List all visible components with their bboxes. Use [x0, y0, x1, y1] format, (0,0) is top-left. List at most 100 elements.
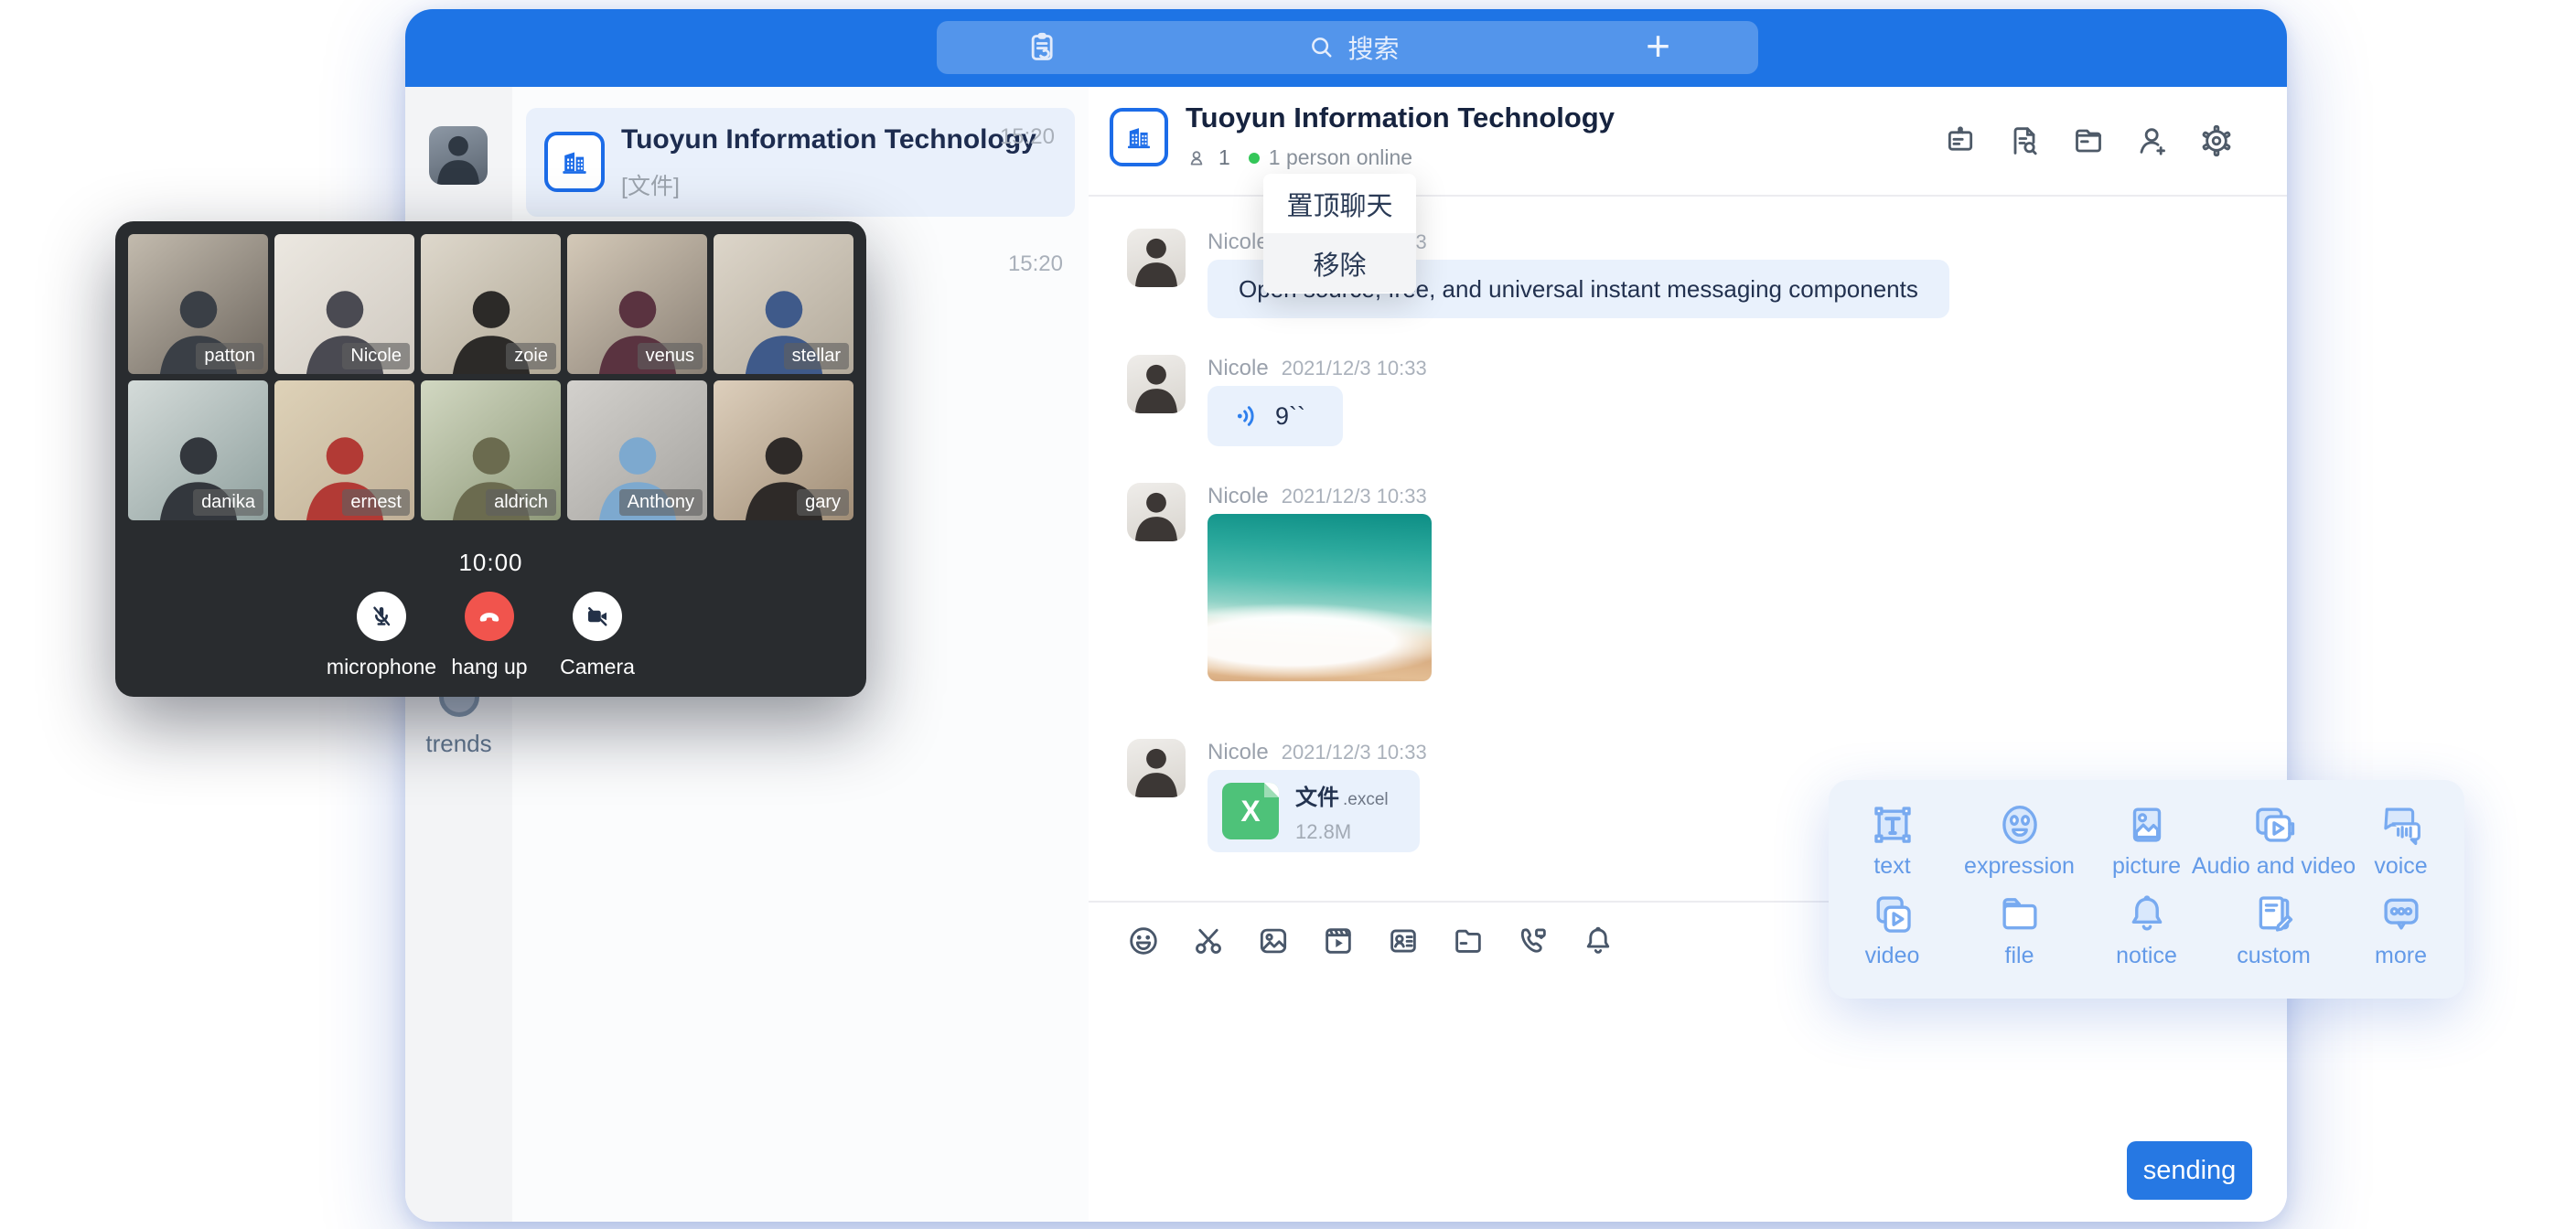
camera-button[interactable]: [573, 592, 622, 641]
settings-gear-icon[interactable]: [2197, 122, 2236, 160]
video-tile: danika: [128, 380, 268, 520]
hang-up-button[interactable]: [465, 592, 514, 641]
hang-up-icon: [475, 602, 504, 631]
chat-title: Tuoyun Information Technology: [1186, 102, 1615, 134]
video-tile: stellar: [714, 234, 853, 374]
video-call-icon[interactable]: [1515, 923, 1551, 959]
video-call-window[interactable]: patton Nicole zoie venus stellar danika: [115, 221, 866, 697]
top-bar: 搜索 +: [405, 9, 2287, 87]
popup-label: voice: [2374, 853, 2427, 880]
message-image: Nicole2021/12/3 10:33: [1127, 483, 1432, 681]
chat-subtitle: 1 1 person online: [1187, 145, 1412, 170]
avatar[interactable]: [1127, 739, 1186, 797]
sender-name: Nicole: [1208, 356, 1269, 380]
popup-item-more[interactable]: more: [2337, 890, 2464, 979]
participant-name: stellar: [784, 343, 849, 369]
sender-name: Nicole: [1208, 230, 1269, 254]
conversation-context-menu: 置顶聊天 移除: [1263, 174, 1416, 294]
file-bubble[interactable]: X 文件.excel 12.8M: [1208, 770, 1420, 852]
popup-item-custom[interactable]: custom: [2210, 890, 2337, 979]
image-message-beach[interactable]: [1208, 514, 1432, 681]
popup-label: text: [1873, 853, 1910, 880]
folder-icon[interactable]: [1450, 923, 1487, 959]
image-icon[interactable]: [1255, 923, 1292, 959]
search-placeholder: 搜索: [1348, 29, 1400, 66]
participant-name: ernest: [342, 489, 410, 516]
conversation-title: Tuoyun Information Technology: [621, 124, 1036, 155]
microphone-button[interactable]: [357, 592, 406, 641]
popup-item-text[interactable]: text: [1829, 800, 1956, 890]
emoji-icon[interactable]: [1125, 923, 1162, 959]
search-field[interactable]: 搜索: [1308, 29, 1400, 66]
contact-card-icon[interactable]: [1385, 923, 1422, 959]
participant-name: danika: [193, 489, 263, 516]
popup-label: video: [1865, 943, 1920, 969]
popup-item-voice[interactable]: voice: [2337, 800, 2464, 890]
video-tile: gary: [714, 380, 853, 520]
message-time: 2021/12/3 10:33: [1282, 357, 1427, 379]
popup-label: notice: [2116, 943, 2177, 969]
popup-item-audio-video[interactable]: Audio and video: [2210, 800, 2337, 890]
avatar[interactable]: [1127, 355, 1186, 413]
file-name: 文件: [1295, 785, 1339, 810]
notice-board-icon[interactable]: [1941, 122, 1980, 160]
add-icon[interactable]: +: [1646, 25, 1670, 67]
video-tile: zoie: [421, 234, 561, 374]
mic-off-icon: [368, 603, 395, 630]
popup-label: custom: [2237, 943, 2311, 969]
contacts-phone-icon[interactable]: [1025, 29, 1061, 66]
popup-item-video[interactable]: video: [1829, 890, 1956, 979]
voice-bubble[interactable]: 9``: [1208, 386, 1343, 446]
search-bar[interactable]: 搜索 +: [937, 21, 1758, 74]
message-voice: Nicole 2021/12/3 10:33 9``: [1127, 355, 1427, 446]
video-film-icon[interactable]: [1320, 923, 1357, 959]
conversation-time: 15:20: [1000, 124, 1055, 150]
message-text: Nicole2021/12/3 10:33 Open source, free,…: [1127, 229, 1949, 318]
online-dot: [1249, 153, 1260, 164]
message-type-popup: text expression picture Audio and video …: [1829, 780, 2464, 999]
video-tile: ernest: [274, 380, 414, 520]
my-avatar[interactable]: [429, 126, 488, 185]
chat-group-logo: [1110, 108, 1168, 166]
excel-file-icon: X: [1222, 783, 1279, 839]
popup-label: more: [2375, 943, 2427, 969]
trends-label: trends: [405, 730, 512, 758]
add-member-icon[interactable]: [2133, 122, 2172, 160]
popup-label: expression: [1964, 853, 2075, 880]
group-file-icon[interactable]: [2069, 122, 2108, 160]
screenshot-scissors-icon[interactable]: [1190, 923, 1227, 959]
conversation-last-message: [文件]: [621, 168, 680, 201]
send-button[interactable]: sending: [2127, 1141, 2252, 1200]
sender-name: Nicole: [1208, 484, 1269, 508]
video-tile: venus: [567, 234, 707, 374]
participant-name: zoie: [506, 343, 556, 369]
menu-item-remove[interactable]: 移除: [1263, 233, 1416, 293]
participant-name: Anthony: [619, 489, 703, 516]
notification-bell-icon[interactable]: [1580, 923, 1616, 959]
sender-name: Nicole: [1208, 740, 1269, 764]
popup-item-expression[interactable]: expression: [1956, 800, 2083, 890]
online-status: 1 person online: [1269, 145, 1412, 170]
file-ext: .excel: [1343, 790, 1389, 809]
popup-item-notice[interactable]: notice: [2083, 890, 2210, 979]
participant-name: gary: [797, 489, 849, 516]
chat-record-search-icon[interactable]: [2005, 122, 2044, 160]
building-icon: [557, 144, 592, 179]
message-time: 2021/12/3 10:33: [1282, 741, 1427, 764]
file-size: 12.8M: [1295, 820, 1389, 844]
avatar[interactable]: [1127, 229, 1186, 287]
group-logo: [544, 132, 605, 192]
video-tile: aldrich: [421, 380, 561, 520]
video-grid: patton Nicole zoie venus stellar danika: [128, 234, 853, 520]
menu-item-pin-chat[interactable]: 置顶聊天: [1263, 174, 1416, 233]
call-timer: 10:00: [115, 549, 866, 577]
camera-label: Camera: [524, 655, 671, 679]
building-icon: [1122, 121, 1155, 154]
popup-label: file: [2005, 943, 2034, 969]
avatar[interactable]: [1127, 483, 1186, 541]
participant-name: aldrich: [486, 489, 556, 516]
popup-item-file[interactable]: file: [1956, 890, 2083, 979]
member-count: 1: [1218, 145, 1230, 170]
conversation-item-selected[interactable]: Tuoyun Information Technology [文件] 15:20: [526, 108, 1075, 217]
conversation-time-2: 15:20: [1008, 251, 1063, 277]
